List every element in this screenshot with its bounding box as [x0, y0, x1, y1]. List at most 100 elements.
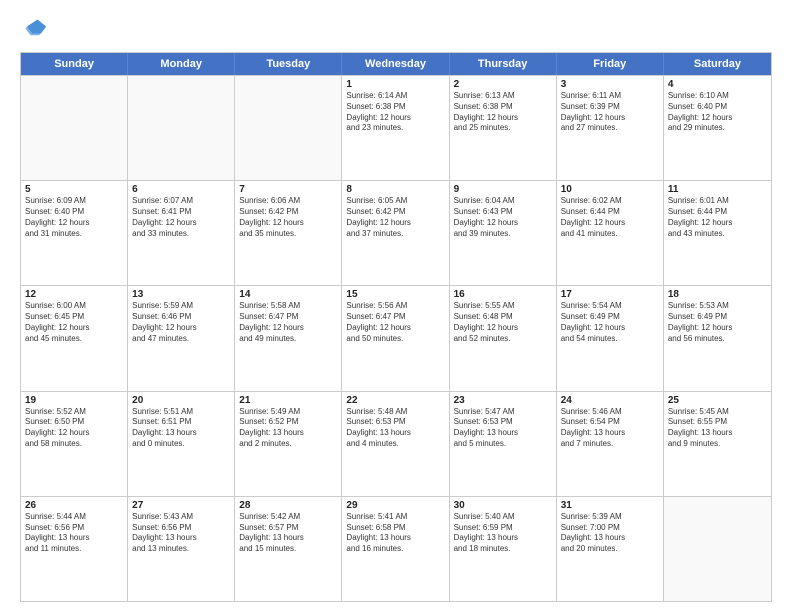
day-number: 11: [668, 184, 767, 195]
day-header-friday: Friday: [557, 53, 664, 75]
calendar: SundayMondayTuesdayWednesdayThursdayFrid…: [20, 52, 772, 602]
day-info: Sunrise: 6:07 AM Sunset: 6:41 PM Dayligh…: [132, 196, 230, 239]
day-cell-17: 17Sunrise: 5:54 AM Sunset: 6:49 PM Dayli…: [557, 286, 664, 390]
day-cell-9: 9Sunrise: 6:04 AM Sunset: 6:43 PM Daylig…: [450, 181, 557, 285]
header: [20, 16, 772, 44]
day-cell-31: 31Sunrise: 5:39 AM Sunset: 7:00 PM Dayli…: [557, 497, 664, 601]
day-number: 26: [25, 500, 123, 511]
calendar-row-1: 1Sunrise: 6:14 AM Sunset: 6:38 PM Daylig…: [21, 75, 771, 180]
day-info: Sunrise: 5:53 AM Sunset: 6:49 PM Dayligh…: [668, 301, 767, 344]
day-cell-22: 22Sunrise: 5:48 AM Sunset: 6:53 PM Dayli…: [342, 392, 449, 496]
day-cell-21: 21Sunrise: 5:49 AM Sunset: 6:52 PM Dayli…: [235, 392, 342, 496]
day-info: Sunrise: 6:11 AM Sunset: 6:39 PM Dayligh…: [561, 91, 659, 134]
day-number: 10: [561, 184, 659, 195]
day-header-monday: Monday: [128, 53, 235, 75]
day-cell-7: 7Sunrise: 6:06 AM Sunset: 6:42 PM Daylig…: [235, 181, 342, 285]
day-cell-26: 26Sunrise: 5:44 AM Sunset: 6:56 PM Dayli…: [21, 497, 128, 601]
calendar-row-4: 19Sunrise: 5:52 AM Sunset: 6:50 PM Dayli…: [21, 391, 771, 496]
day-cell-28: 28Sunrise: 5:42 AM Sunset: 6:57 PM Dayli…: [235, 497, 342, 601]
day-cell-4: 4Sunrise: 6:10 AM Sunset: 6:40 PM Daylig…: [664, 76, 771, 180]
day-number: 24: [561, 395, 659, 406]
day-info: Sunrise: 5:44 AM Sunset: 6:56 PM Dayligh…: [25, 512, 123, 555]
day-header-wednesday: Wednesday: [342, 53, 449, 75]
day-cell-11: 11Sunrise: 6:01 AM Sunset: 6:44 PM Dayli…: [664, 181, 771, 285]
day-cell-13: 13Sunrise: 5:59 AM Sunset: 6:46 PM Dayli…: [128, 286, 235, 390]
day-number: 20: [132, 395, 230, 406]
logo-icon: [20, 16, 48, 44]
day-info: Sunrise: 5:39 AM Sunset: 7:00 PM Dayligh…: [561, 512, 659, 555]
day-info: Sunrise: 5:58 AM Sunset: 6:47 PM Dayligh…: [239, 301, 337, 344]
day-info: Sunrise: 6:00 AM Sunset: 6:45 PM Dayligh…: [25, 301, 123, 344]
day-cell-8: 8Sunrise: 6:05 AM Sunset: 6:42 PM Daylig…: [342, 181, 449, 285]
day-info: Sunrise: 5:41 AM Sunset: 6:58 PM Dayligh…: [346, 512, 444, 555]
day-info: Sunrise: 5:56 AM Sunset: 6:47 PM Dayligh…: [346, 301, 444, 344]
day-info: Sunrise: 5:42 AM Sunset: 6:57 PM Dayligh…: [239, 512, 337, 555]
day-info: Sunrise: 5:49 AM Sunset: 6:52 PM Dayligh…: [239, 407, 337, 450]
day-number: 7: [239, 184, 337, 195]
day-header-tuesday: Tuesday: [235, 53, 342, 75]
day-number: 8: [346, 184, 444, 195]
day-cell-14: 14Sunrise: 5:58 AM Sunset: 6:47 PM Dayli…: [235, 286, 342, 390]
day-info: Sunrise: 6:13 AM Sunset: 6:38 PM Dayligh…: [454, 91, 552, 134]
day-number: 14: [239, 289, 337, 300]
day-info: Sunrise: 6:02 AM Sunset: 6:44 PM Dayligh…: [561, 196, 659, 239]
day-cell-18: 18Sunrise: 5:53 AM Sunset: 6:49 PM Dayli…: [664, 286, 771, 390]
day-header-sunday: Sunday: [21, 53, 128, 75]
day-number: 12: [25, 289, 123, 300]
day-info: Sunrise: 5:47 AM Sunset: 6:53 PM Dayligh…: [454, 407, 552, 450]
day-info: Sunrise: 5:51 AM Sunset: 6:51 PM Dayligh…: [132, 407, 230, 450]
calendar-row-2: 5Sunrise: 6:09 AM Sunset: 6:40 PM Daylig…: [21, 180, 771, 285]
day-info: Sunrise: 5:40 AM Sunset: 6:59 PM Dayligh…: [454, 512, 552, 555]
day-cell-20: 20Sunrise: 5:51 AM Sunset: 6:51 PM Dayli…: [128, 392, 235, 496]
day-cell-15: 15Sunrise: 5:56 AM Sunset: 6:47 PM Dayli…: [342, 286, 449, 390]
day-cell-1: 1Sunrise: 6:14 AM Sunset: 6:38 PM Daylig…: [342, 76, 449, 180]
day-info: Sunrise: 6:14 AM Sunset: 6:38 PM Dayligh…: [346, 91, 444, 134]
day-number: 19: [25, 395, 123, 406]
day-cell-16: 16Sunrise: 5:55 AM Sunset: 6:48 PM Dayli…: [450, 286, 557, 390]
day-info: Sunrise: 5:43 AM Sunset: 6:56 PM Dayligh…: [132, 512, 230, 555]
day-info: Sunrise: 5:46 AM Sunset: 6:54 PM Dayligh…: [561, 407, 659, 450]
page: SundayMondayTuesdayWednesdayThursdayFrid…: [0, 0, 792, 612]
day-number: 5: [25, 184, 123, 195]
day-info: Sunrise: 5:45 AM Sunset: 6:55 PM Dayligh…: [668, 407, 767, 450]
calendar-row-3: 12Sunrise: 6:00 AM Sunset: 6:45 PM Dayli…: [21, 285, 771, 390]
logo: [20, 16, 52, 44]
day-number: 25: [668, 395, 767, 406]
day-number: 13: [132, 289, 230, 300]
day-number: 18: [668, 289, 767, 300]
empty-cell: [664, 497, 771, 601]
day-number: 4: [668, 79, 767, 90]
day-info: Sunrise: 5:55 AM Sunset: 6:48 PM Dayligh…: [454, 301, 552, 344]
day-cell-10: 10Sunrise: 6:02 AM Sunset: 6:44 PM Dayli…: [557, 181, 664, 285]
day-cell-2: 2Sunrise: 6:13 AM Sunset: 6:38 PM Daylig…: [450, 76, 557, 180]
day-cell-24: 24Sunrise: 5:46 AM Sunset: 6:54 PM Dayli…: [557, 392, 664, 496]
empty-cell: [21, 76, 128, 180]
day-number: 28: [239, 500, 337, 511]
day-info: Sunrise: 5:48 AM Sunset: 6:53 PM Dayligh…: [346, 407, 444, 450]
day-number: 3: [561, 79, 659, 90]
calendar-row-5: 26Sunrise: 5:44 AM Sunset: 6:56 PM Dayli…: [21, 496, 771, 601]
day-number: 22: [346, 395, 444, 406]
day-header-thursday: Thursday: [450, 53, 557, 75]
day-cell-19: 19Sunrise: 5:52 AM Sunset: 6:50 PM Dayli…: [21, 392, 128, 496]
day-cell-5: 5Sunrise: 6:09 AM Sunset: 6:40 PM Daylig…: [21, 181, 128, 285]
day-number: 6: [132, 184, 230, 195]
day-number: 29: [346, 500, 444, 511]
day-number: 2: [454, 79, 552, 90]
day-cell-30: 30Sunrise: 5:40 AM Sunset: 6:59 PM Dayli…: [450, 497, 557, 601]
day-cell-12: 12Sunrise: 6:00 AM Sunset: 6:45 PM Dayli…: [21, 286, 128, 390]
empty-cell: [235, 76, 342, 180]
day-info: Sunrise: 6:10 AM Sunset: 6:40 PM Dayligh…: [668, 91, 767, 134]
empty-cell: [128, 76, 235, 180]
day-info: Sunrise: 6:01 AM Sunset: 6:44 PM Dayligh…: [668, 196, 767, 239]
day-number: 1: [346, 79, 444, 90]
day-info: Sunrise: 6:05 AM Sunset: 6:42 PM Dayligh…: [346, 196, 444, 239]
day-cell-27: 27Sunrise: 5:43 AM Sunset: 6:56 PM Dayli…: [128, 497, 235, 601]
day-info: Sunrise: 5:54 AM Sunset: 6:49 PM Dayligh…: [561, 301, 659, 344]
day-cell-3: 3Sunrise: 6:11 AM Sunset: 6:39 PM Daylig…: [557, 76, 664, 180]
calendar-header: SundayMondayTuesdayWednesdayThursdayFrid…: [21, 53, 771, 75]
day-number: 23: [454, 395, 552, 406]
day-info: Sunrise: 6:04 AM Sunset: 6:43 PM Dayligh…: [454, 196, 552, 239]
day-number: 16: [454, 289, 552, 300]
day-header-saturday: Saturday: [664, 53, 771, 75]
